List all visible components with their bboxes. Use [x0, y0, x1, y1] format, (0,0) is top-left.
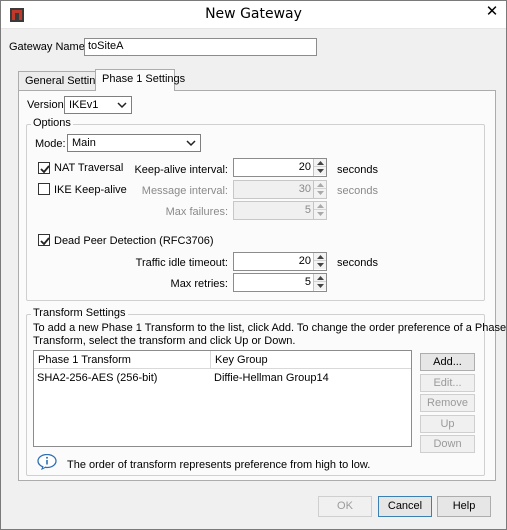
spinner-buttons[interactable] — [313, 253, 326, 270]
spinner-buttons[interactable] — [313, 181, 326, 198]
up-button[interactable]: Up — [420, 415, 475, 433]
gateway-name-label: Gateway Name: — [9, 41, 88, 53]
column-header-key-group[interactable]: Key Group — [211, 351, 411, 369]
keepalive-interval-spinner[interactable]: 20 — [233, 158, 327, 177]
max-failures-label: Max failures: — [165, 206, 228, 218]
message-interval-spinner[interactable]: 30 — [233, 180, 327, 199]
transform-settings-group-title: Transform Settings — [31, 307, 128, 319]
max-retries-value: 5 — [304, 276, 311, 288]
spin-down-icon[interactable] — [314, 189, 326, 197]
dialog-title: New Gateway — [205, 6, 302, 22]
keepalive-interval-label: Keep-alive interval: — [134, 164, 228, 176]
remove-button[interactable]: Remove — [420, 394, 475, 412]
dpd-label: Dead Peer Detection (RFC3706) — [54, 235, 214, 247]
column-header-phase1-transform[interactable]: Phase 1 Transform — [34, 351, 211, 369]
spin-down-icon[interactable] — [314, 210, 326, 218]
keepalive-interval-unit: seconds — [337, 164, 378, 176]
spin-up-icon[interactable] — [314, 253, 326, 261]
title-bar: New Gateway ✕ — [1, 1, 506, 29]
dpd-checkbox[interactable] — [38, 234, 50, 246]
transform-description-line2: Transform, select the transform and clic… — [33, 335, 296, 347]
add-button[interactable]: Add... — [420, 353, 475, 371]
spin-up-icon[interactable] — [314, 181, 326, 189]
tab-general-settings[interactable]: General Settings — [18, 71, 107, 91]
ok-button[interactable]: OK — [318, 496, 372, 517]
tab-phase1-settings[interactable]: Phase 1 Settings — [95, 69, 185, 91]
spin-up-icon[interactable] — [314, 159, 326, 167]
chevron-down-icon — [116, 99, 128, 111]
mode-label: Mode: — [35, 138, 66, 150]
spinner-buttons[interactable] — [313, 159, 326, 176]
spin-down-icon[interactable] — [314, 261, 326, 269]
max-failures-spinner[interactable]: 5 — [233, 201, 327, 220]
traffic-idle-timeout-unit: seconds — [337, 257, 378, 269]
max-failures-value: 5 — [304, 204, 311, 216]
mode-value: Main — [72, 137, 96, 149]
table-cell-transform: SHA2-256-AES (256-bit) — [37, 372, 158, 384]
transform-order-info-text: The order of transform represents prefer… — [67, 459, 371, 471]
new-gateway-dialog: New Gateway ✕ Gateway Name: toSiteA Gene… — [0, 0, 507, 530]
table-cell-key-group: Diffie-Hellman Group14 — [214, 372, 329, 384]
gateway-name-input[interactable]: toSiteA — [84, 38, 317, 56]
version-dropdown[interactable]: IKEv1 — [64, 96, 132, 114]
transform-description-line1: To add a new Phase 1 Transform to the li… — [33, 322, 507, 334]
spinner-buttons[interactable] — [313, 274, 326, 291]
ike-keepalive-label: IKE Keep-alive — [54, 184, 127, 196]
spin-down-icon[interactable] — [314, 282, 326, 290]
version-value: IKEv1 — [69, 99, 99, 111]
edit-button[interactable]: Edit... — [420, 374, 475, 392]
nat-traversal-label: NAT Traversal — [54, 162, 124, 174]
nat-traversal-checkbox[interactable] — [38, 162, 50, 174]
help-button[interactable]: Help — [437, 496, 491, 517]
cancel-button[interactable]: Cancel — [378, 496, 432, 517]
message-interval-value: 30 — [298, 183, 311, 195]
transform-table[interactable]: Phase 1 Transform Key Group SHA2-256-AES… — [33, 350, 412, 447]
traffic-idle-timeout-value: 20 — [298, 255, 311, 267]
message-interval-unit: seconds — [337, 185, 378, 197]
mode-dropdown[interactable]: Main — [67, 134, 201, 152]
close-button[interactable]: ✕ — [484, 4, 500, 20]
spin-up-icon[interactable] — [314, 274, 326, 282]
max-retries-spinner[interactable]: 5 — [233, 273, 327, 292]
spin-up-icon[interactable] — [314, 202, 326, 210]
ike-keepalive-checkbox[interactable] — [38, 183, 50, 195]
traffic-idle-timeout-spinner[interactable]: 20 — [233, 252, 327, 271]
options-group-title: Options — [31, 117, 73, 129]
table-row[interactable]: SHA2-256-AES (256-bit) Diffie-Hellman Gr… — [34, 369, 411, 386]
max-retries-label: Max retries: — [170, 278, 228, 290]
info-icon — [37, 453, 57, 471]
keepalive-interval-value: 20 — [298, 161, 311, 173]
message-interval-label: Message interval: — [141, 185, 228, 197]
down-button[interactable]: Down — [420, 435, 475, 453]
version-label: Version: — [27, 99, 67, 111]
chevron-down-icon — [185, 137, 197, 149]
spin-down-icon[interactable] — [314, 167, 326, 175]
spinner-buttons[interactable] — [313, 202, 326, 219]
traffic-idle-timeout-label: Traffic idle timeout: — [135, 257, 228, 269]
